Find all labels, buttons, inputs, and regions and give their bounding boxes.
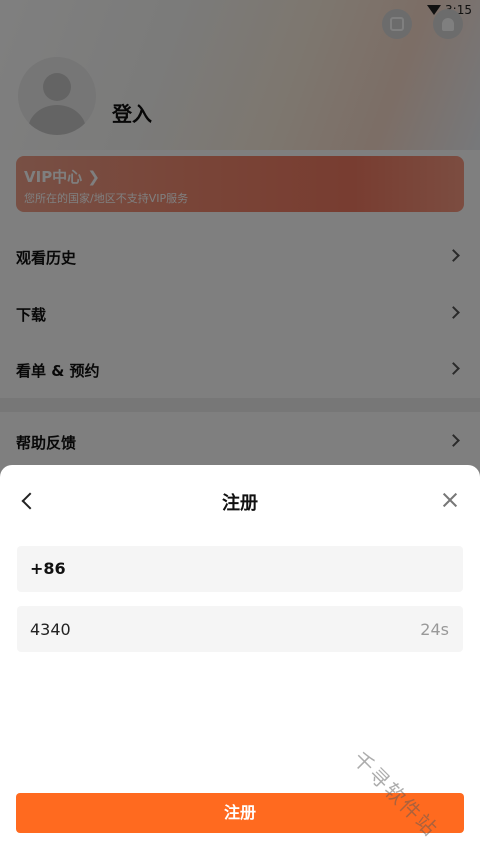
close-icon[interactable]: [438, 488, 462, 512]
sheet-title: 注册: [222, 493, 258, 514]
country-code[interactable]: +86: [30, 559, 66, 578]
resend-countdown: 24s: [420, 620, 449, 639]
verification-code-value[interactable]: 4340: [30, 620, 71, 639]
verification-code-field[interactable]: 4340 24s: [17, 606, 463, 652]
phone-field[interactable]: +86: [17, 546, 463, 592]
